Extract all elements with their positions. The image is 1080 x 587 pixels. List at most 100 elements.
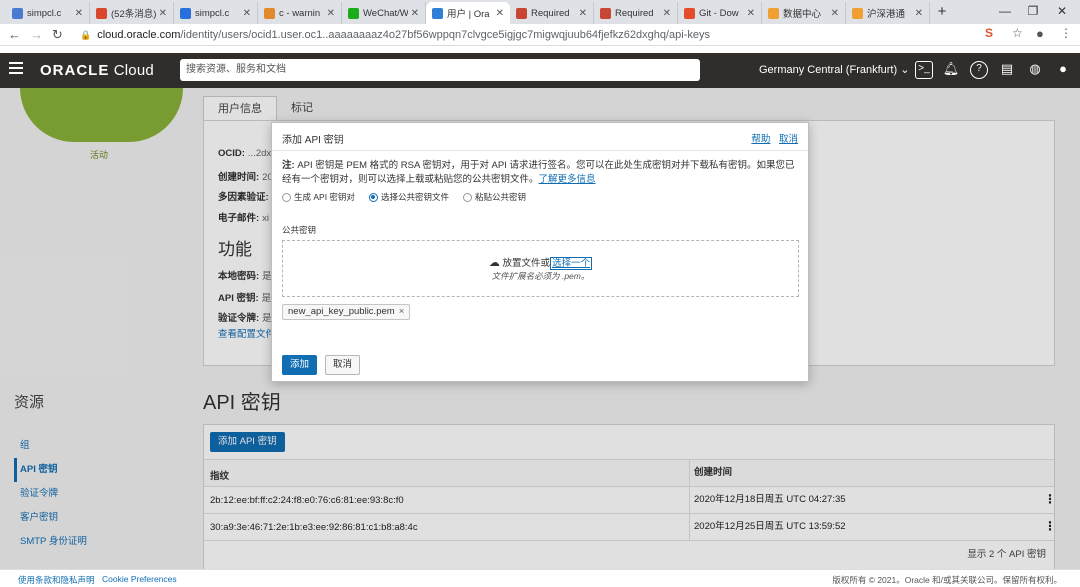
tab-label: c - warnin [279, 7, 321, 19]
browser-tab[interactable]: c - warnin ✕ [258, 2, 342, 24]
cloud-shell-icon[interactable]: >_ [915, 61, 933, 79]
tab-label: simpcl.c [27, 7, 62, 19]
remove-file-icon[interactable]: × [399, 306, 405, 317]
close-window-icon[interactable]: ✕ [1042, 0, 1080, 24]
browser-tab[interactable]: simpcl.c ✕ [6, 2, 90, 24]
browser-tab-bar: simpcl.c ✕ (52条消息) ✕ simpcl.c ✕ c - warnin ✕ WeC… [0, 0, 1080, 24]
tab-close-icon[interactable]: ✕ [411, 8, 419, 19]
tab-favicon-icon [12, 7, 23, 19]
tab-favicon-icon [684, 7, 695, 19]
address-bar: ← → ↻ 🔒 cloud.oracle.com /identity/users… [0, 24, 1080, 46]
browser-menu-icon[interactable]: ⋮ [1060, 26, 1072, 40]
copyright-text: 版权所有 © 2021。Oracle 和/或其关联公司。保留所有权利。 [832, 575, 1062, 585]
file-extension-hint: 文件扩展名必须为 .pem。 [491, 271, 590, 281]
tab-close-icon[interactable]: ✕ [75, 8, 83, 19]
chat-icon[interactable]: ▤ [998, 61, 1016, 79]
tab-close-icon[interactable]: ✕ [159, 8, 167, 19]
browser-tab[interactable]: simpcl.c ✕ [174, 2, 258, 24]
tab-favicon-icon [180, 7, 191, 19]
hamburger-menu-icon[interactable] [9, 62, 23, 74]
terms-privacy-link[interactable]: 使用条款和隐私声明 [18, 574, 95, 586]
url-host: cloud.oracle.com [97, 29, 181, 41]
tab-favicon-icon [96, 7, 107, 19]
tab-label: 数据中心 [783, 9, 822, 20]
oracle-cloud-logo[interactable]: ORACLE Cloud [40, 62, 154, 79]
browser-tab[interactable]: (52条消息) ✕ [90, 2, 174, 24]
tab-label: Git - Dow [699, 7, 739, 19]
reload-icon[interactable]: ↻ [52, 27, 63, 43]
radio-paste-public-key[interactable]: 粘贴公共密钥 [462, 191, 526, 203]
tab-label: 沪深港通 [867, 9, 906, 20]
language-globe-icon[interactable]: ◍ [1026, 61, 1044, 79]
url-field[interactable]: 🔒 cloud.oracle.com /identity/users/ocid1… [80, 27, 1010, 43]
browser-tab[interactable]: 数据中心 ✕ [762, 2, 846, 24]
tab-label: Required [531, 7, 570, 19]
oracle-console-header: ORACLE Cloud 搜索资源、服务和文档 Germany Central … [0, 53, 1080, 88]
tab-close-icon[interactable]: ✕ [663, 8, 671, 19]
upload-cloud-icon: ☁ [488, 257, 500, 269]
url-path: /identity/users/ocid1.user.oc1..aaaaaaaa… [180, 29, 710, 41]
forward-icon[interactable]: → [30, 27, 43, 43]
chevron-down-icon: ⌄ [900, 64, 910, 76]
dialog-cancel-link[interactable]: 取消 [779, 134, 798, 145]
tab-favicon-icon [768, 7, 779, 19]
browser-tab[interactable]: WeChat/W ✕ [342, 2, 426, 24]
tab-label: WeChat/W [363, 7, 408, 19]
tab-close-icon[interactable]: ✕ [579, 8, 587, 19]
browser-tabs: simpcl.c ✕ (52条消息) ✕ simpcl.c ✕ c - warnin ✕ WeC… [6, 2, 930, 24]
tab-favicon-icon [348, 7, 359, 19]
tab-close-icon[interactable]: ✕ [496, 8, 504, 19]
tab-close-icon[interactable]: ✕ [831, 8, 839, 19]
tab-close-icon[interactable]: ✕ [915, 8, 923, 19]
tab-favicon-icon [852, 7, 863, 19]
radio-circle-icon [282, 192, 291, 202]
dialog-title: 添加 API 密钥 [282, 135, 344, 146]
tab-favicon-icon [600, 7, 611, 19]
selected-file-chip: new_api_key_public.pem × [282, 304, 411, 320]
browser-tab[interactable]: 用户 | Ora ✕ [426, 2, 510, 24]
region-selector[interactable]: Germany Central (Frankfurt) ⌄ [759, 63, 909, 76]
profile-icon[interactable]: ● [1036, 26, 1044, 41]
notification-bell-icon[interactable]: 🔔︎ [942, 61, 960, 79]
cookie-preferences-link[interactable]: Cookie Preferences [102, 574, 177, 584]
lock-icon: 🔒 [80, 29, 92, 40]
key-source-radio-group: 生成 API 密钥对 选择公共密钥文件 粘贴公共密钥 [282, 191, 540, 203]
user-profile-icon[interactable]: ● [1054, 61, 1072, 79]
cancel-button[interactable]: 取消 [325, 355, 361, 375]
tab-close-icon[interactable]: ✕ [327, 8, 335, 19]
radio-selected-icon [368, 192, 378, 202]
dialog-header-links: 帮助 取消 [745, 131, 798, 145]
dialog-note: 注: API 密钥是 PEM 格式的 RSA 密钥对，用于对 API 请求进行签… [282, 160, 795, 185]
file-drop-zone[interactable]: ☁ 放置文件或 选择一个 文件扩展名必须为 .pem。 [282, 240, 799, 297]
drop-zone-text: ☁ 放置文件或 选择一个 [488, 257, 593, 270]
bookmark-star-icon[interactable]: ☆ [1012, 26, 1023, 40]
browser-tab[interactable]: Required ✕ [510, 2, 594, 24]
add-button[interactable]: 添加 [282, 355, 318, 375]
tab-favicon-icon [264, 7, 275, 19]
browser-tab[interactable]: Required ✕ [594, 2, 678, 24]
extension-icon[interactable]: S [985, 26, 993, 40]
tab-favicon-icon [432, 7, 443, 19]
help-icon[interactable]: ? [970, 61, 988, 79]
tab-close-icon[interactable]: ✕ [747, 8, 755, 19]
learn-more-link[interactable]: 了解更多信息 [539, 174, 596, 185]
tab-label: Required [615, 7, 654, 19]
back-icon[interactable]: ← [8, 27, 21, 43]
public-key-label: 公共密钥 [282, 225, 317, 235]
help-link[interactable]: 帮助 [751, 134, 770, 145]
choose-file-link[interactable]: 选择一个 [550, 257, 593, 270]
radio-generate-key-pair[interactable]: 生成 API 密钥对 [282, 191, 355, 203]
radio-choose-public-key-file[interactable]: 选择公共密钥文件 [368, 191, 449, 203]
tab-favicon-icon [516, 7, 527, 19]
tab-close-icon[interactable]: ✕ [243, 8, 251, 19]
browser-tab[interactable]: 沪深港通 ✕ [846, 2, 930, 24]
page-footer: 使用条款和隐私声明 Cookie Preferences 版权所有 © 2021… [0, 569, 1080, 587]
console-search-input[interactable]: 搜索资源、服务和文档 [180, 59, 700, 81]
radio-circle-icon [462, 192, 472, 202]
add-api-key-dialog: 添加 API 密钥 帮助 取消 注: API 密钥是 PEM 格式的 RSA 密… [271, 122, 809, 382]
tab-label: 用户 | Ora [447, 9, 490, 20]
browser-tab[interactable]: Git - Dow ✕ [678, 2, 762, 24]
dialog-header: 添加 API 密钥 帮助 取消 [272, 123, 808, 151]
tab-label: (52条消息) [111, 9, 156, 20]
new-tab-button[interactable]: + [930, 2, 954, 24]
